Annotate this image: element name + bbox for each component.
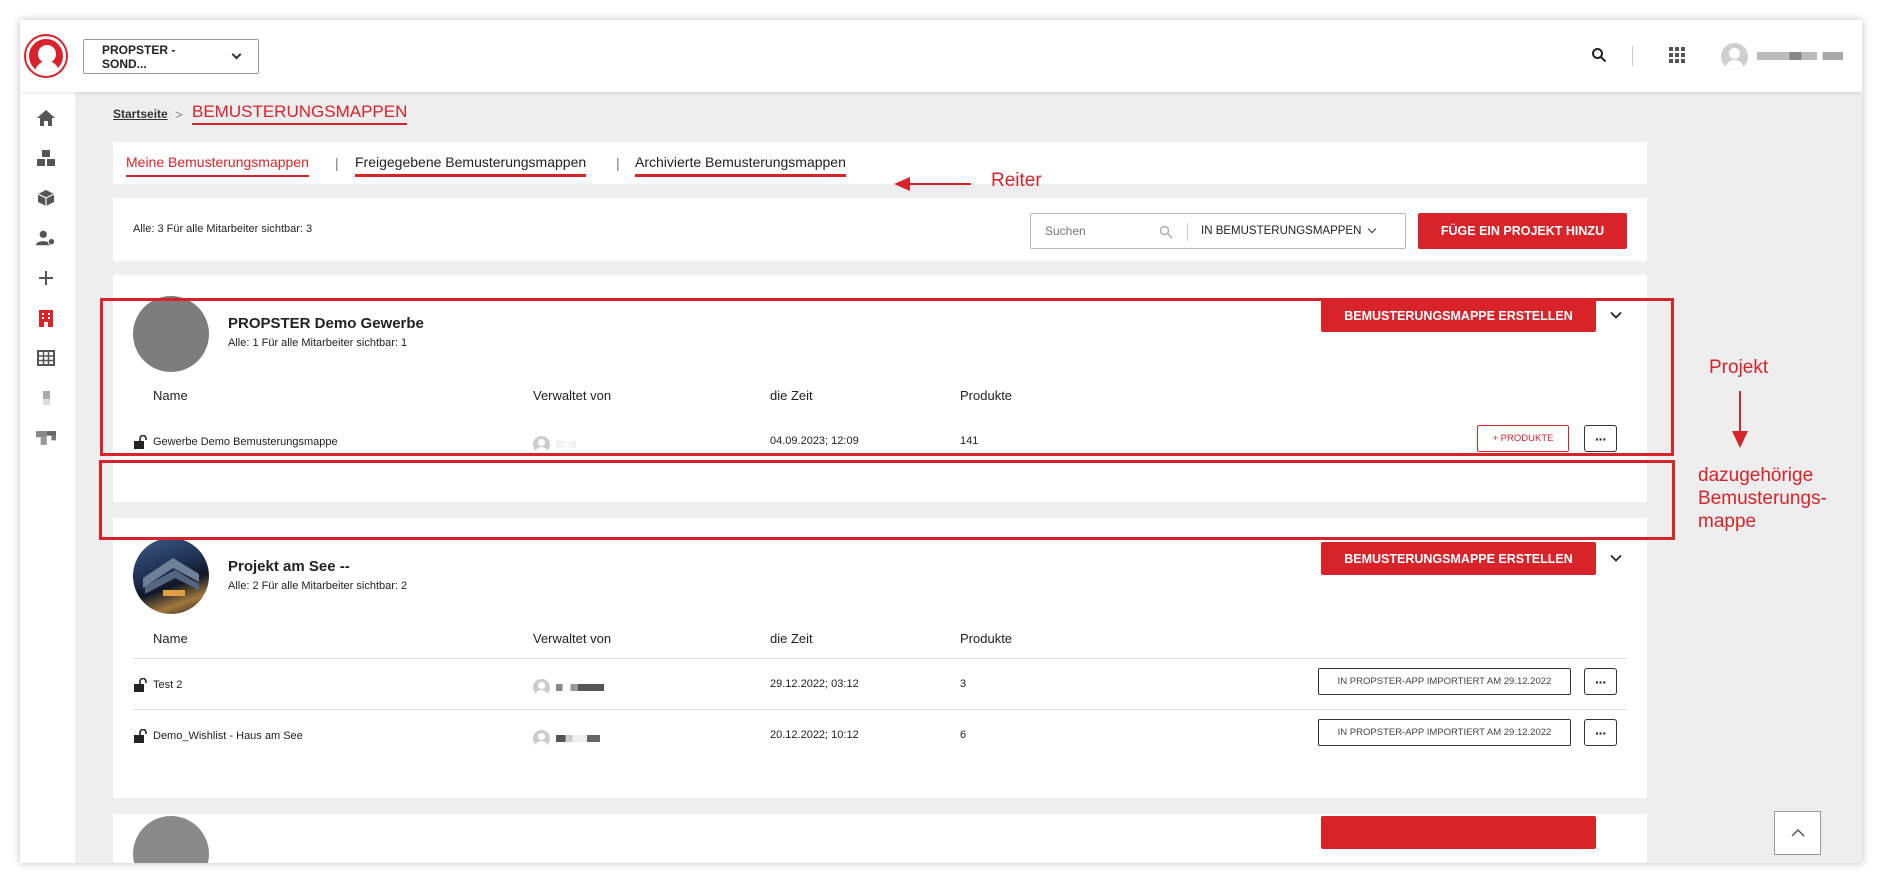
- row-divider: [133, 709, 1627, 710]
- search-box: IN BEMUSTERUNGSMAPPEN: [1030, 213, 1406, 249]
- tab-separator: |: [335, 155, 339, 171]
- imported-status-button[interactable]: IN PROPSTER-APP IMPORTIERT AM 29.12.2022: [1318, 668, 1571, 695]
- folder-products: 3: [960, 678, 967, 690]
- manager-name-redacted: [556, 735, 600, 742]
- folder-products: 6: [960, 729, 967, 741]
- search-icon[interactable]: [1591, 47, 1607, 63]
- search-scope-label: IN BEMUSTERUNGSMAPPEN: [1201, 225, 1362, 237]
- unlock-icon: [134, 678, 147, 692]
- building-icon[interactable]: [36, 308, 56, 328]
- more-options-button[interactable]: ···: [1584, 668, 1617, 695]
- folder-time: 20.12.2022; 10:12: [770, 729, 859, 741]
- column-header-products: Produkte: [960, 631, 1013, 646]
- project-card: Projekt am See -- Alle: 2 Für alle Mitar…: [113, 518, 1647, 798]
- annotation-project-label: Projekt: [1709, 357, 1769, 378]
- manager-name-redacted: [556, 684, 604, 691]
- column-header-name: Name: [153, 631, 188, 646]
- column-header-time: die Zeit: [770, 631, 813, 646]
- imported-status-button[interactable]: IN PROPSTER-APP IMPORTIERT AM 29.12.2022: [1318, 719, 1571, 746]
- search-scope-dropdown[interactable]: IN BEMUSTERUNGSMAPPEN: [1201, 224, 1377, 237]
- more-options-button[interactable]: ···: [1584, 719, 1617, 746]
- tab-archived-folders[interactable]: Archivierte Bemusterungsmappen: [635, 154, 846, 177]
- annotation-folder-box: [99, 460, 1675, 540]
- page-title: BEMUSTERUNGSMAPPEN: [192, 102, 408, 125]
- create-folder-button[interactable]: BEMUSTERUNGSMAPPE ERSTELLEN: [1321, 542, 1596, 575]
- chevron-down-icon[interactable]: [1610, 552, 1622, 564]
- home-icon[interactable]: [36, 108, 56, 128]
- chevron-down-icon: [1368, 224, 1377, 234]
- user-avatar-icon[interactable]: [1721, 43, 1748, 70]
- project-count: Alle: 3 Für alle Mitarbeiter sichtbar: 3: [133, 223, 313, 235]
- annotation-project-box: [100, 298, 1674, 456]
- annotation-tabs-label: Reiter: [991, 170, 1042, 191]
- avatar: [533, 730, 550, 747]
- create-folder-button[interactable]: [1321, 816, 1596, 849]
- top-bar: PROPSTER - SOND...: [20, 20, 1862, 92]
- breadcrumb-home-link[interactable]: Startseite: [113, 107, 168, 121]
- annotation-folder-line: dazugehörige: [1698, 465, 1814, 486]
- small-block-icon[interactable]: [36, 388, 56, 408]
- project-card: [113, 814, 1647, 863]
- annotation-arrow-left: [894, 177, 971, 191]
- annotation-folder-label: dazugehörige Bemusterungs- mappe: [1698, 464, 1827, 533]
- folder-name: Demo_Wishlist - Haus am See: [153, 730, 303, 742]
- scroll-to-top-button[interactable]: [1774, 811, 1821, 855]
- table-row-manager: [533, 679, 604, 696]
- project-title[interactable]: Projekt am See --: [228, 558, 350, 575]
- sidebar: [20, 92, 75, 863]
- header-divider: [1632, 46, 1633, 66]
- boxes-icon[interactable]: [36, 148, 56, 168]
- search-input[interactable]: [1037, 222, 1145, 240]
- user-name-redacted[interactable]: [1757, 52, 1843, 60]
- table-row-name[interactable]: Demo_Wishlist - Haus am See: [133, 729, 303, 743]
- row-divider: [133, 658, 1627, 659]
- apps-grid-icon[interactable]: [1669, 47, 1685, 63]
- annotation-folder-line: mappe: [1698, 511, 1757, 532]
- plus-icon[interactable]: [36, 268, 56, 288]
- folder-name: Test 2: [153, 679, 183, 691]
- cube-icon[interactable]: [36, 188, 56, 208]
- tab-shared-folders[interactable]: Freigegebene Bemusterungsmappen: [355, 154, 587, 177]
- table-row-manager: [533, 730, 600, 747]
- blocks-icon[interactable]: [36, 428, 56, 448]
- search-divider: [1187, 223, 1188, 241]
- project-selector-label: PROPSTER - SOND...: [102, 42, 176, 71]
- project-selector[interactable]: PROPSTER - SOND...: [83, 39, 259, 74]
- chevron-down-icon: [231, 49, 242, 60]
- annotation-arrow-down: [1732, 391, 1748, 448]
- search-icon[interactable]: [1159, 225, 1173, 239]
- project-subtitle: Alle: 2 Für alle Mitarbeiter sichtbar: 2: [228, 580, 408, 592]
- tab-bar: Meine Bemusterungsmappen | Freigegebene …: [113, 142, 1647, 184]
- project-avatar: [133, 538, 209, 614]
- tab-separator: |: [616, 155, 620, 171]
- add-project-button[interactable]: FÜGE EIN PROJEKT HINZU: [1418, 213, 1627, 249]
- table-icon[interactable]: [36, 348, 56, 368]
- unlock-icon: [134, 729, 147, 743]
- tab-my-folders[interactable]: Meine Bemusterungsmappen: [126, 154, 309, 177]
- column-header-managed-by: Verwaltet von: [533, 631, 612, 646]
- breadcrumb-separator: >: [175, 107, 183, 122]
- filter-bar: Alle: 3 Für alle Mitarbeiter sichtbar: 3…: [113, 198, 1647, 261]
- company-logo[interactable]: [26, 36, 66, 76]
- annotation-folder-line: Bemusterungs-: [1698, 488, 1827, 509]
- folder-time: 29.12.2022; 03:12: [770, 678, 859, 690]
- chevron-up-icon: [1790, 828, 1805, 837]
- project-avatar: [133, 816, 209, 863]
- avatar: [533, 679, 550, 696]
- user-settings-icon[interactable]: [36, 228, 56, 248]
- table-row-name[interactable]: Test 2: [133, 678, 182, 692]
